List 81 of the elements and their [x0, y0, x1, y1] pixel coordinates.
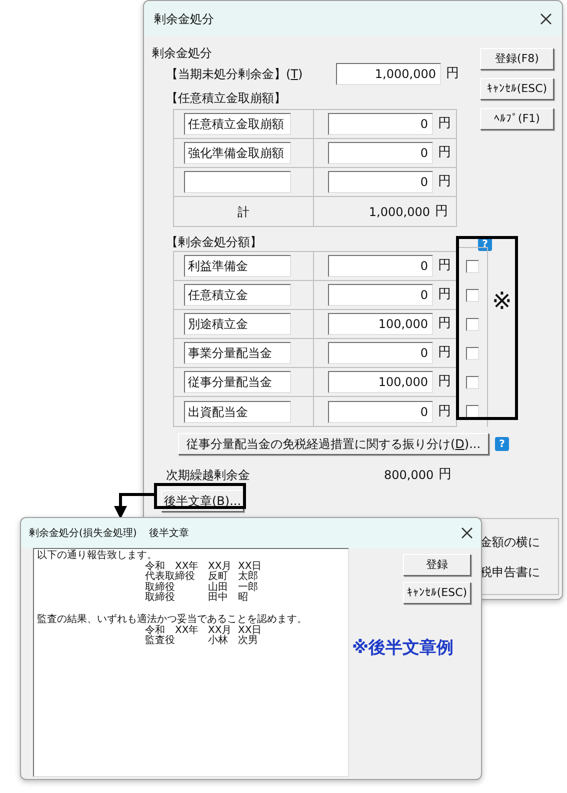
reference-mark: ※	[492, 289, 512, 313]
total-value: 1,000,000	[368, 204, 430, 220]
name-field[interactable]: 利益準備金	[184, 255, 291, 277]
text-line: 反町	[208, 572, 228, 582]
text-line: 一郎	[238, 582, 258, 593]
dialog-button[interactable]: 登録(F8)	[480, 48, 554, 70]
text-line: 令和 XX年	[145, 626, 200, 636]
text-line: 田中	[208, 593, 229, 604]
text-line: XX月	[208, 562, 233, 572]
name-field[interactable]: 事業分量配当金	[184, 342, 291, 364]
window-title: 剰余金処分	[154, 10, 214, 28]
amount-field[interactable]: 0	[328, 400, 433, 422]
name-field[interactable]: 任意積立金取崩額	[184, 113, 291, 135]
name-field[interactable]: 別途積立金	[184, 313, 291, 335]
unit-label: 円	[438, 286, 451, 304]
text-line: XX日	[238, 626, 262, 636]
unit-label: 円	[438, 173, 451, 192]
unit-label: 円	[438, 315, 451, 334]
amount-field[interactable]: 0	[328, 342, 433, 364]
text-line: XX月	[208, 626, 233, 636]
unit-label: 円	[446, 65, 459, 84]
text-line: 昭	[238, 593, 248, 604]
dialog-button[interactable]: ﾍﾙﾌﾟ(F1)	[480, 108, 554, 130]
checkbox[interactable]	[466, 289, 478, 302]
checkbox[interactable]	[466, 260, 478, 273]
text-line: 山田	[208, 582, 229, 593]
amount-field[interactable]: 0	[328, 171, 433, 193]
close-icon[interactable]	[461, 527, 473, 539]
dialog-button[interactable]: 従事分量配当金の免税経過措置に関する振り分け(D)...	[178, 433, 489, 455]
amount-field[interactable]: 100,000	[328, 313, 433, 335]
unit-label: 円	[435, 202, 448, 221]
unit-label: 円	[438, 402, 451, 421]
name-field[interactable]: 従事分量配当金	[184, 371, 291, 393]
dialog-button[interactable]: ｷｬﾝｾﾙ(ESC)	[403, 582, 471, 604]
section-heading: 【剰余金処分額】	[166, 234, 262, 251]
amount-field[interactable]: 0	[328, 284, 433, 306]
text-line: 次男	[238, 636, 258, 647]
name-field[interactable]: 出資配当金	[184, 400, 291, 422]
text-line: 令和 XX年	[145, 562, 200, 572]
amount-field[interactable]: 0	[328, 142, 433, 164]
checkbox[interactable]	[466, 347, 478, 360]
window-title: 剰余金処分(損失金処理)	[29, 526, 137, 540]
annotation-arrow	[114, 493, 156, 519]
checkbox[interactable]	[466, 376, 478, 389]
annotation-caption: ※後半文章例	[352, 637, 454, 660]
help-badge[interactable]: ?	[495, 437, 509, 451]
dialog-button[interactable]: 登録	[403, 554, 471, 576]
text-line: 以下の通り報告致します。	[37, 551, 157, 561]
window-subtitle: 後半文章	[148, 526, 189, 540]
text-area[interactable]: 以下の通り報告致します。 令和 XX年 XX月 XX日 代表取締役 反町 太郎 取締役 山田 一郎 取締役 田中 昭 監査の結果、いずれも適法かつ妥当であることを認めます。 令和 XX年 XX月 XX日 監査役 小林 次男	[33, 548, 349, 777]
text-line: 代表取締役	[145, 572, 196, 582]
text-line: XX日	[238, 562, 262, 572]
section-label: 剰余金処分	[152, 45, 213, 62]
text-line: 監査役	[145, 636, 176, 647]
field-label: 次期繰越剰余金	[166, 467, 251, 484]
section-heading: 【任意積立金取崩額】	[166, 90, 287, 107]
dialog-button[interactable]: ｷｬﾝｾﾙ(ESC)	[480, 78, 554, 100]
unit-label: 円	[438, 257, 451, 276]
amount-value: 800,000	[384, 467, 434, 484]
name-field[interactable]	[184, 171, 291, 193]
amount-field[interactable]: 0	[328, 255, 433, 277]
text-line: 小林	[208, 636, 229, 647]
close-icon[interactable]	[540, 12, 552, 24]
name-field[interactable]: 強化準備金取崩額	[184, 142, 291, 164]
unit-label: 円	[438, 466, 452, 484]
text-line: 太郎	[238, 572, 258, 582]
unit-label: 円	[438, 144, 451, 162]
text-line: 取締役	[145, 582, 176, 593]
total-label: 計	[238, 204, 250, 220]
checkbox[interactable]	[466, 318, 478, 331]
name-field[interactable]: 任意積立金	[184, 284, 291, 306]
amount-field[interactable]: 0	[328, 113, 433, 135]
unit-label: 円	[438, 373, 451, 392]
text-line: 取締役	[145, 593, 176, 604]
text-line: 監査の結果、いずれも適法かつ妥当であることを認めます。	[37, 614, 308, 625]
amount-field[interactable]: 100,000	[328, 371, 433, 393]
field-label: 【当期未処分剰余金】(T)	[166, 66, 304, 83]
unit-label: 円	[438, 344, 451, 362]
unit-label: 円	[438, 115, 451, 134]
amount-field[interactable]: 1,000,000	[336, 63, 441, 85]
checkbox[interactable]	[466, 405, 478, 418]
